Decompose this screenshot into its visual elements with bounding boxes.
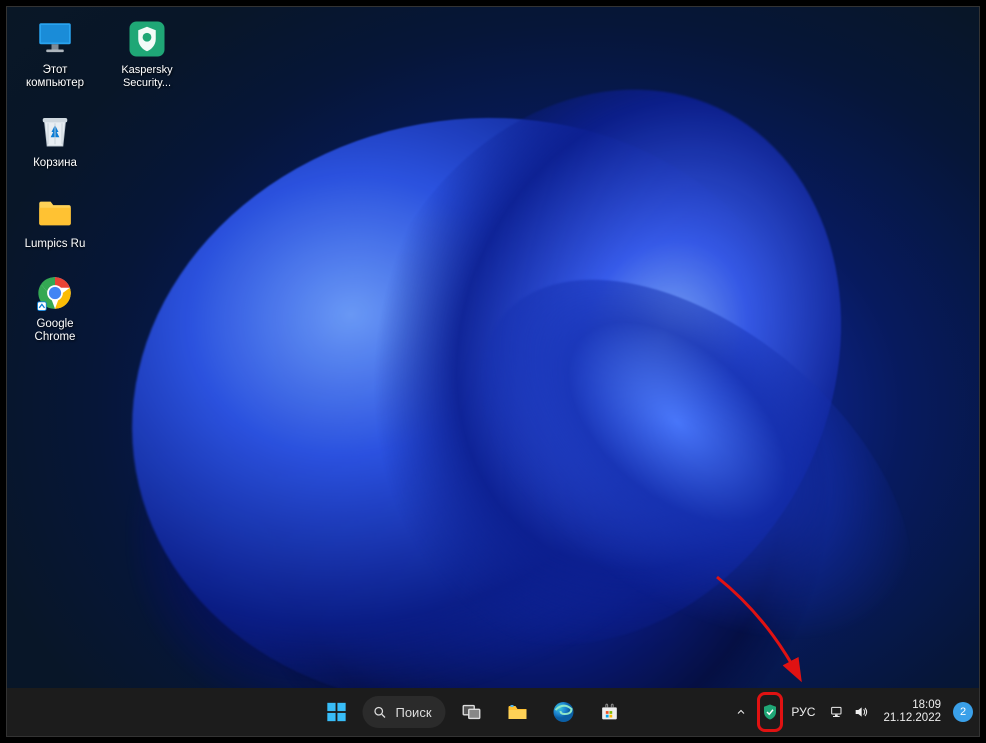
taskbar: Поиск xyxy=(7,688,979,736)
icon-label: Корзина xyxy=(33,157,77,170)
desktop-icon-recycle-bin[interactable]: Корзина xyxy=(19,110,91,170)
tray-chevron-up[interactable] xyxy=(727,692,755,732)
desktop-icon-chrome[interactable]: Google Chrome xyxy=(19,271,91,344)
taskbar-clock[interactable]: 18:09 21.12.2022 xyxy=(877,699,947,725)
icon-label: Lumpics Ru xyxy=(25,238,86,251)
taskbar-search[interactable]: Поиск xyxy=(362,696,445,728)
store-button[interactable] xyxy=(590,692,630,732)
chevron-up-icon xyxy=(735,706,747,718)
icon-label: Google Chrome xyxy=(19,318,91,344)
kaspersky-shield-icon xyxy=(125,17,169,61)
network-icon xyxy=(829,704,845,720)
recycle-bin-icon xyxy=(33,110,77,154)
monitor-icon xyxy=(33,17,77,61)
start-button[interactable] xyxy=(316,692,356,732)
icon-label: Этот компьютер xyxy=(19,64,91,90)
task-view-button[interactable] xyxy=(452,692,492,732)
task-view-icon xyxy=(461,701,483,723)
tray-kaspersky-icon[interactable] xyxy=(757,692,783,732)
search-placeholder: Поиск xyxy=(395,705,431,720)
clock-date: 21.12.2022 xyxy=(883,712,941,725)
desktop-icon-lumpics-folder[interactable]: Lumpics Ru xyxy=(19,191,91,251)
folder-icon xyxy=(33,191,77,235)
folder-icon xyxy=(506,700,530,724)
file-explorer-button[interactable] xyxy=(498,692,538,732)
notification-badge[interactable]: 2 xyxy=(953,702,973,722)
system-icons-group[interactable] xyxy=(823,692,875,732)
icon-label: Kaspersky Security... xyxy=(111,64,183,89)
clock-time: 18:09 xyxy=(912,699,941,712)
volume-icon xyxy=(853,704,869,720)
edge-icon xyxy=(552,700,576,724)
store-icon xyxy=(599,701,621,723)
chrome-icon xyxy=(33,271,77,315)
windows-logo-icon xyxy=(325,701,347,723)
search-icon xyxy=(372,705,387,720)
desktop-icon-kaspersky[interactable]: Kaspersky Security... xyxy=(111,17,183,90)
edge-button[interactable] xyxy=(544,692,584,732)
desktop-icon-this-pc[interactable]: Этот компьютер xyxy=(19,17,91,90)
language-indicator[interactable]: РУС xyxy=(785,705,821,719)
desktop-icons-area: Этот компьютер Kaspersky Security... xyxy=(19,17,183,344)
kaspersky-shield-icon xyxy=(761,703,779,721)
